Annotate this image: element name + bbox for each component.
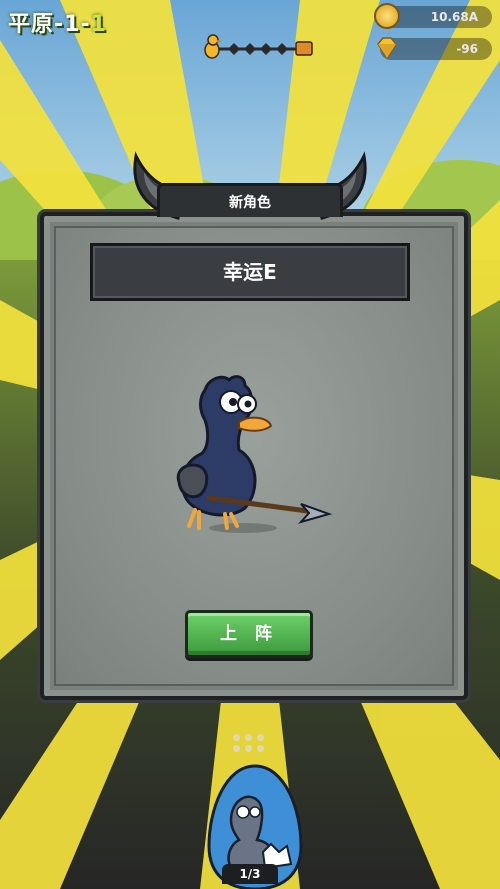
stage-progress-track — [204, 34, 313, 59]
dot — [245, 734, 252, 741]
dot — [245, 745, 252, 752]
dot — [257, 745, 264, 752]
top-hud: 平原-1-1 10.68A -96 — [0, 0, 500, 60]
gem-counter[interactable]: -96 — [377, 37, 492, 60]
dot — [233, 745, 240, 752]
egg-counter: 1/3 — [222, 864, 278, 884]
dot — [233, 734, 240, 741]
egg-indicator-dots — [233, 734, 269, 754]
dot — [257, 734, 264, 741]
treasure-chest-icon — [295, 41, 313, 56]
gold-counter[interactable]: 10.68A — [374, 3, 492, 29]
gem-value: -96 — [456, 42, 478, 56]
stage-prefix: 平原-1- — [8, 12, 91, 37]
dialog-title: 新角色 — [157, 183, 343, 217]
deploy-button[interactable]: 上 阵 — [185, 610, 313, 658]
gem-icon — [377, 37, 397, 60]
gold-coin-icon — [374, 3, 400, 29]
stage-label: 平原-1-1 — [8, 6, 107, 38]
character-name: 幸运E — [90, 243, 410, 301]
stage-suffix: 1 — [90, 12, 107, 37]
duck-spearman-character — [176, 375, 333, 533]
duck-marker-icon — [204, 34, 222, 59]
gold-value: 10.68A — [430, 10, 478, 24]
